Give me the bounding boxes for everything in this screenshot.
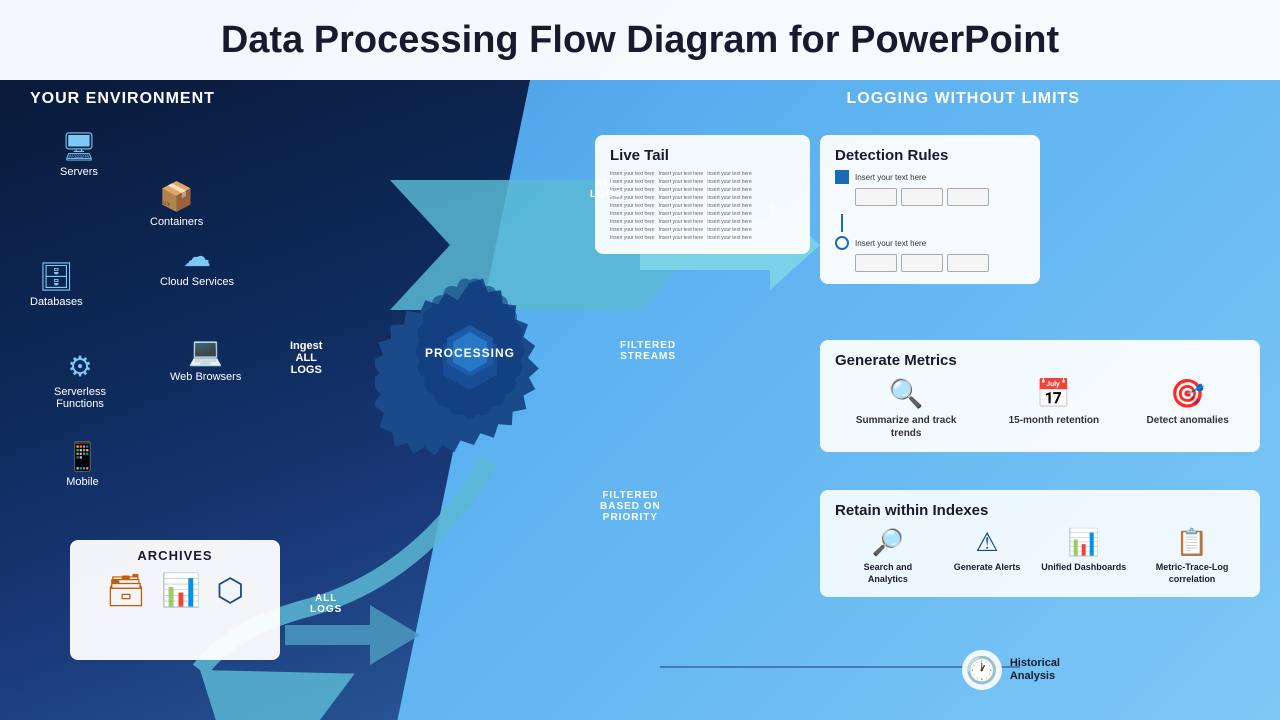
generate-metrics-card: Generate Metrics 🔍 Summarize and track t…	[820, 340, 1260, 452]
clock-icon: 🕐	[966, 655, 998, 686]
search-analytics-label: Search and Analytics	[843, 562, 933, 585]
detection-rules-card: Detection Rules Insert your text here In…	[820, 135, 1040, 284]
anomalies-label: Detect anomalies	[1147, 414, 1229, 427]
retention-label: 15-month retention	[1009, 414, 1100, 427]
retain-title: Retain within Indexes	[835, 502, 1245, 519]
env-mobile: 📱 Mobile	[65, 440, 100, 488]
text-box-1c[interactable]	[947, 188, 989, 206]
env-servers: 🖥 Servers	[60, 130, 98, 178]
historical-analysis: 🕐 HistoricalAnalysis	[962, 650, 1060, 690]
detection-item-1: Insert your text here	[835, 170, 1025, 206]
all-logs-right-label: ALLLOGS	[590, 178, 622, 200]
metrics-title: Generate Metrics	[835, 352, 1245, 369]
browsers-icon: 💻	[188, 335, 223, 368]
page-title: Data Processing Flow Diagram for PowerPo…	[221, 19, 1059, 62]
title-bar: Data Processing Flow Diagram for PowerPo…	[0, 0, 1280, 80]
right-section-header: LOGGING WITHOUT LIMITS	[846, 90, 1080, 108]
detection-item-2: Insert your text here	[835, 236, 1025, 272]
text-box-1b[interactable]	[901, 188, 943, 206]
processing-gear: PROCESSING	[375, 265, 565, 460]
svg-text:PROCESSING: PROCESSING	[425, 346, 515, 360]
text-box-2b[interactable]	[901, 254, 943, 272]
ingest-label: IngestALLLOGS	[290, 340, 322, 376]
retain-items: 🔎 Search and Analytics ⚠ Generate Alerts…	[835, 527, 1245, 585]
generate-alerts-icon: ⚠	[975, 527, 998, 558]
archives-box: ARCHIVES 🗃 📊 ⬡	[70, 540, 280, 660]
containers-icon: 📦	[159, 180, 194, 213]
retain-indexes-card: Retain within Indexes 🔎 Search and Analy…	[820, 490, 1260, 597]
retain-correlation: 📋 Metric-Trace-Log correlation	[1147, 527, 1237, 585]
retain-alerts: ⚠ Generate Alerts	[954, 527, 1021, 585]
servers-icon: 🖥	[61, 130, 97, 163]
text-box-1a[interactable]	[855, 188, 897, 206]
cloud-icon: ☁	[183, 240, 211, 273]
serverless-icon: ⚙	[67, 350, 92, 383]
historical-label: HistoricalAnalysis	[1010, 657, 1060, 683]
retain-dashboards: 📊 Unified Dashboards	[1041, 527, 1126, 585]
archive-icon-2: 📊	[161, 571, 201, 609]
anomalies-icon: 🎯	[1170, 377, 1205, 410]
mobile-icon: 📱	[65, 440, 100, 473]
env-serverless: ⚙ Serverless Functions	[40, 350, 120, 410]
env-browsers: 💻 Web Browsers	[170, 335, 241, 383]
metric-retention: 📅 15-month retention	[1009, 377, 1100, 440]
metric-trace-log-label: Metric-Trace-Log correlation	[1147, 562, 1237, 585]
unified-dashboards-icon: 📊	[1068, 527, 1100, 558]
live-tail-card: Live Tail Insert your text here Insert y…	[595, 135, 810, 254]
archive-icon-1: 🗃	[106, 571, 147, 609]
metrics-items: 🔍 Summarize and track trends 📅 15-month …	[835, 377, 1245, 440]
generate-alerts-label: Generate Alerts	[954, 562, 1021, 574]
env-containers: 📦 Containers	[150, 180, 203, 228]
text-box-2c[interactable]	[947, 254, 989, 272]
search-analytics-icon: 🔎	[872, 527, 904, 558]
filtered-streams-label: FILTEREDSTREAMS	[620, 340, 676, 362]
retain-search: 🔎 Search and Analytics	[843, 527, 933, 585]
archives-title: ARCHIVES	[137, 548, 212, 563]
live-tail-log-lines: Insert your text here Insert your text h…	[610, 170, 795, 242]
insert-label-1: Insert your text here	[855, 173, 926, 182]
metric-anomalies: 🎯 Detect anomalies	[1147, 377, 1229, 440]
insert-label-2: Insert your text here	[855, 239, 926, 248]
env-databases: 🗄 Databases	[30, 260, 83, 308]
unified-dashboards-label: Unified Dashboards	[1041, 562, 1126, 574]
historical-icon: 🕐	[962, 650, 1002, 690]
env-cloud: ☁ Cloud Services	[160, 240, 234, 288]
main-container: Data Processing Flow Diagram for PowerPo…	[0, 0, 1280, 720]
archive-icon-3: ⬡	[216, 571, 244, 609]
databases-icon: 🗄	[39, 260, 75, 293]
detection-rules-title: Detection Rules	[835, 147, 1025, 164]
metric-trace-log-icon: 📋	[1176, 527, 1208, 558]
summarize-icon: 🔍	[889, 377, 924, 410]
summarize-label: Summarize and track trends	[851, 414, 961, 440]
text-box-2a[interactable]	[855, 254, 897, 272]
archives-icons: 🗃 📊 ⬡	[106, 571, 244, 609]
retention-icon: 📅	[1036, 377, 1071, 410]
all-logs-down-label: ALLLOGS	[310, 593, 342, 615]
metric-summarize: 🔍 Summarize and track trends	[851, 377, 961, 440]
left-section-header: YOUR ENVIRONMENT	[30, 90, 215, 108]
live-tail-title: Live Tail	[610, 147, 795, 164]
filtered-priority-label: FILTEREDBASED ONPRIORITY	[600, 490, 661, 523]
connector-line	[841, 214, 843, 232]
